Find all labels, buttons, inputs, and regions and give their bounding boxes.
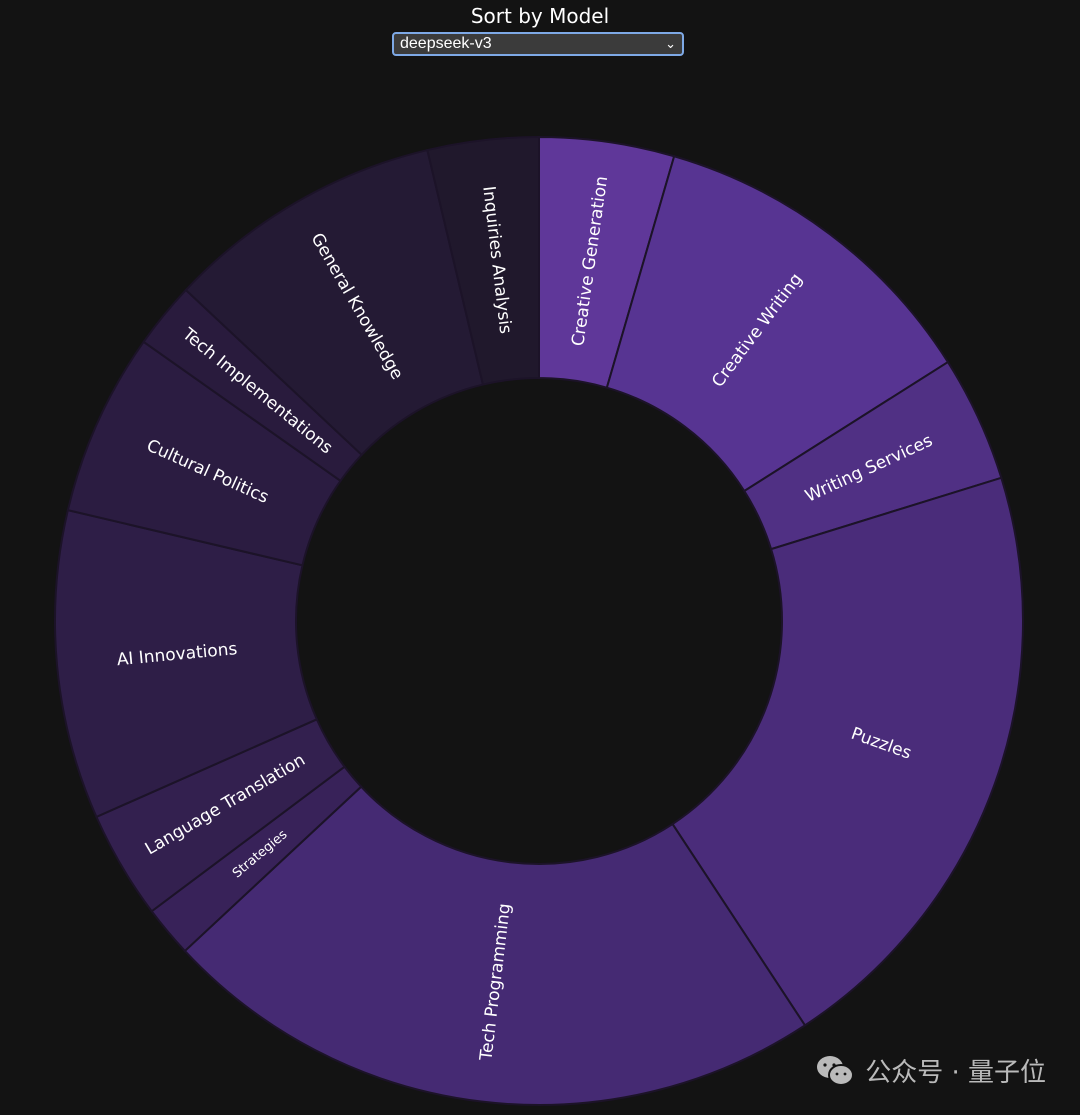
page: Sort by Model deepseek-v3 ⌄ Creative Gen… bbox=[0, 0, 1080, 1115]
watermark-text: 公众号 · 量子位 bbox=[865, 1058, 1046, 1088]
sunburst-chart: Creative Generation Creative WritingWriti… bbox=[54, 135, 1024, 1106]
chart-segments bbox=[54, 135, 1024, 1106]
watermark: 公众号 · 量子位 bbox=[815, 1052, 1046, 1089]
wechat-icon bbox=[817, 1055, 855, 1086]
